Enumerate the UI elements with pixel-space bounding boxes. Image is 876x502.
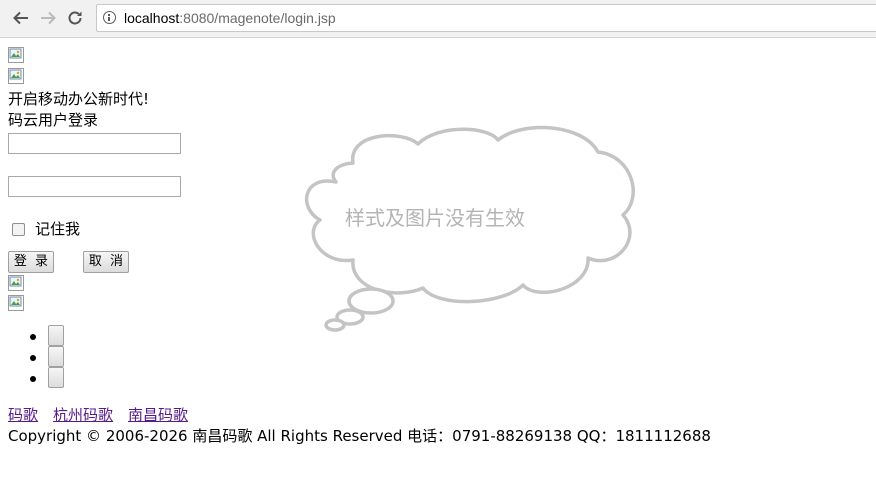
reload-button[interactable] — [63, 6, 87, 30]
url-text: localhost:8080/magenote/login.jsp — [124, 10, 336, 26]
link-nanchang-mage[interactable]: 南昌码歌 — [128, 406, 188, 424]
forward-button[interactable] — [36, 6, 60, 30]
broken-image-icon — [8, 275, 24, 291]
address-bar[interactable]: localhost:8080/magenote/login.jsp — [96, 4, 876, 32]
remember-me-checkbox[interactable] — [12, 222, 25, 236]
browser-toolbar: localhost:8080/magenote/login.jsp — [0, 0, 876, 38]
list-item — [30, 346, 868, 367]
remember-me-label: 记住我 — [35, 219, 81, 238]
arrow-left-icon — [13, 11, 28, 25]
broken-image-icon — [8, 47, 24, 63]
slide-dot-button[interactable] — [48, 325, 64, 346]
username-input[interactable] — [8, 133, 181, 154]
link-hangzhou-mage[interactable]: 杭州码歌 — [53, 406, 113, 424]
info-icon[interactable] — [103, 11, 116, 24]
back-button[interactable] — [9, 6, 33, 30]
slogan-text: 开启移动办公新时代! — [8, 90, 150, 108]
slide-dot-button[interactable] — [48, 367, 64, 388]
copyright-text: Copyright © 2006-2026 南昌码歌 All Rights Re… — [8, 427, 711, 445]
password-input[interactable] — [8, 176, 181, 197]
broken-image-icon — [8, 68, 24, 84]
reload-icon — [68, 11, 82, 25]
footer-links: 码歌 杭州码歌 南昌码歌 — [8, 405, 868, 426]
cloud-caption: 样式及图片没有生效 — [345, 206, 525, 230]
login-button[interactable]: 登 录 — [8, 251, 54, 273]
broken-image-icon — [8, 295, 24, 311]
list-item — [30, 367, 868, 388]
slide-dot-button[interactable] — [48, 346, 64, 367]
cancel-button[interactable]: 取 消 — [83, 251, 129, 273]
link-mage[interactable]: 码歌 — [8, 406, 38, 424]
arrow-right-icon — [41, 11, 56, 25]
